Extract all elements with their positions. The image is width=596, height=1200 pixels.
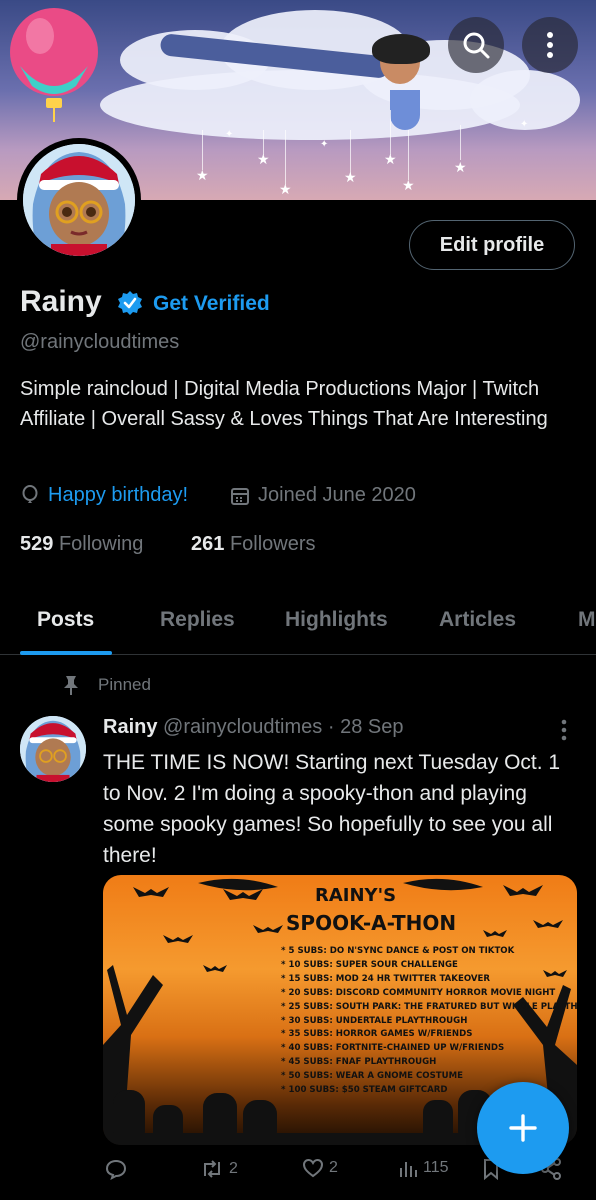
media-goal-item: * 40 SUBS: FORTNITE-CHAINED UP W/FRIENDS: [281, 1043, 505, 1054]
get-verified-link[interactable]: Get Verified: [153, 292, 270, 316]
edit-profile-button[interactable]: Edit profile: [409, 220, 575, 270]
media-goal-list: * 5 SUBS: DO N'SYNC DANCE & POST ON TIKT…: [281, 945, 577, 1098]
reply-button[interactable]: [105, 1158, 132, 1180]
active-tab-indicator: [20, 651, 112, 655]
pinned-indicator: Pinned: [62, 674, 151, 696]
tab-replies[interactable]: Replies: [160, 608, 235, 632]
following-label: Following: [58, 533, 144, 555]
repost-count: 2: [229, 1160, 238, 1177]
verified-badge-icon[interactable]: [117, 290, 143, 316]
search-button[interactable]: [448, 17, 504, 73]
more-vertical-icon: [547, 32, 553, 58]
profile-tabs: Posts Replies Highlights Articles M: [0, 592, 596, 655]
views-icon: [400, 1162, 417, 1177]
post-header: Rainy @rainycloudtimes · 28 Sep: [103, 716, 403, 739]
tab-posts[interactable]: Posts: [37, 608, 94, 632]
profile-bio: Simple raincloud | Digital Media Product…: [20, 378, 548, 430]
plus-icon: [509, 1114, 537, 1142]
views-count: 115: [423, 1159, 449, 1176]
heart-icon: [302, 1158, 324, 1178]
calendar-icon: [231, 487, 249, 505]
joined-meta: Joined June 2020: [230, 484, 416, 507]
reply-icon: [105, 1159, 127, 1180]
tab-media[interactable]: M: [578, 608, 596, 632]
joined-date: Joined June 2020: [258, 484, 416, 506]
media-goal-item: * 25 SUBS: SOUTH PARK: THE FRATURED BUT …: [281, 1001, 577, 1012]
like-count: 2: [329, 1159, 338, 1176]
post-author-handle[interactable]: @rainycloudtimes: [163, 716, 322, 738]
repost-button[interactable]: 2: [200, 1158, 238, 1180]
like-button[interactable]: 2: [302, 1158, 338, 1178]
followers-label: Followers: [229, 533, 316, 555]
compose-post-button[interactable]: [477, 1082, 569, 1174]
post-author-name[interactable]: Rainy: [103, 716, 157, 738]
media-goal-item: * 5 SUBS: DO N'SYNC DANCE & POST ON TIKT…: [281, 946, 515, 956]
birthday-meta: Happy birthday!: [20, 484, 188, 507]
media-goal-item: * 35 SUBS: HORROR GAMES W/FRIENDS: [281, 1029, 473, 1040]
pin-icon: [64, 676, 78, 695]
views-button[interactable]: 115: [398, 1158, 449, 1178]
media-goal-item: * 45 SUBS: FNAF PLAYTHROUGH: [281, 1057, 437, 1068]
media-goal-item: * 50 SUBS: WEAR A GNOME COSTUME: [281, 1071, 464, 1082]
post-author-avatar[interactable]: [20, 716, 86, 782]
avatar-illustration: [20, 716, 86, 782]
repost-icon: [204, 1160, 220, 1178]
following-link[interactable]: 529 Following: [20, 533, 143, 556]
following-count: 529: [20, 533, 54, 555]
pinned-label: Pinned: [98, 675, 151, 694]
media-title-line1: RAINY'S: [315, 885, 397, 906]
profile-avatar[interactable]: [17, 138, 141, 262]
avatar-illustration: [23, 144, 135, 256]
followers-count: 261: [191, 533, 225, 555]
profile-handle: @rainycloudtimes: [20, 331, 180, 353]
balloon-icon: [22, 484, 38, 503]
post-date[interactable]: 28 Sep: [340, 716, 403, 738]
birthday-link[interactable]: Happy birthday!: [48, 484, 188, 507]
post-more-icon[interactable]: [556, 718, 572, 742]
media-goal-item: * 20 SUBS: DISCORD COMMUNITY HORROR MOVI…: [281, 987, 556, 998]
tab-articles[interactable]: Articles: [439, 608, 516, 632]
balloon-illustration: [10, 8, 98, 122]
search-icon: [463, 32, 490, 59]
followers-link[interactable]: 261 Followers: [191, 533, 316, 556]
more-button[interactable]: [522, 17, 578, 73]
post-text: THE TIME IS NOW! Starting next Tuesday O…: [103, 751, 561, 867]
media-goal-item: * 10 SUBS: SUPER SOUR CHALLENGE: [281, 959, 458, 970]
profile-name: Rainy: [20, 285, 102, 318]
media-goal-item: * 30 SUBS: UNDERTALE PLAYTHROUGH: [281, 1015, 468, 1026]
media-title-line2: SPOOK-A-THON: [286, 911, 457, 935]
tab-highlights[interactable]: Highlights: [285, 608, 388, 632]
post-separator: ·: [327, 716, 335, 738]
media-goal-item: * 15 SUBS: MOD 24 HR TWITTER TAKEOVER: [281, 973, 491, 984]
